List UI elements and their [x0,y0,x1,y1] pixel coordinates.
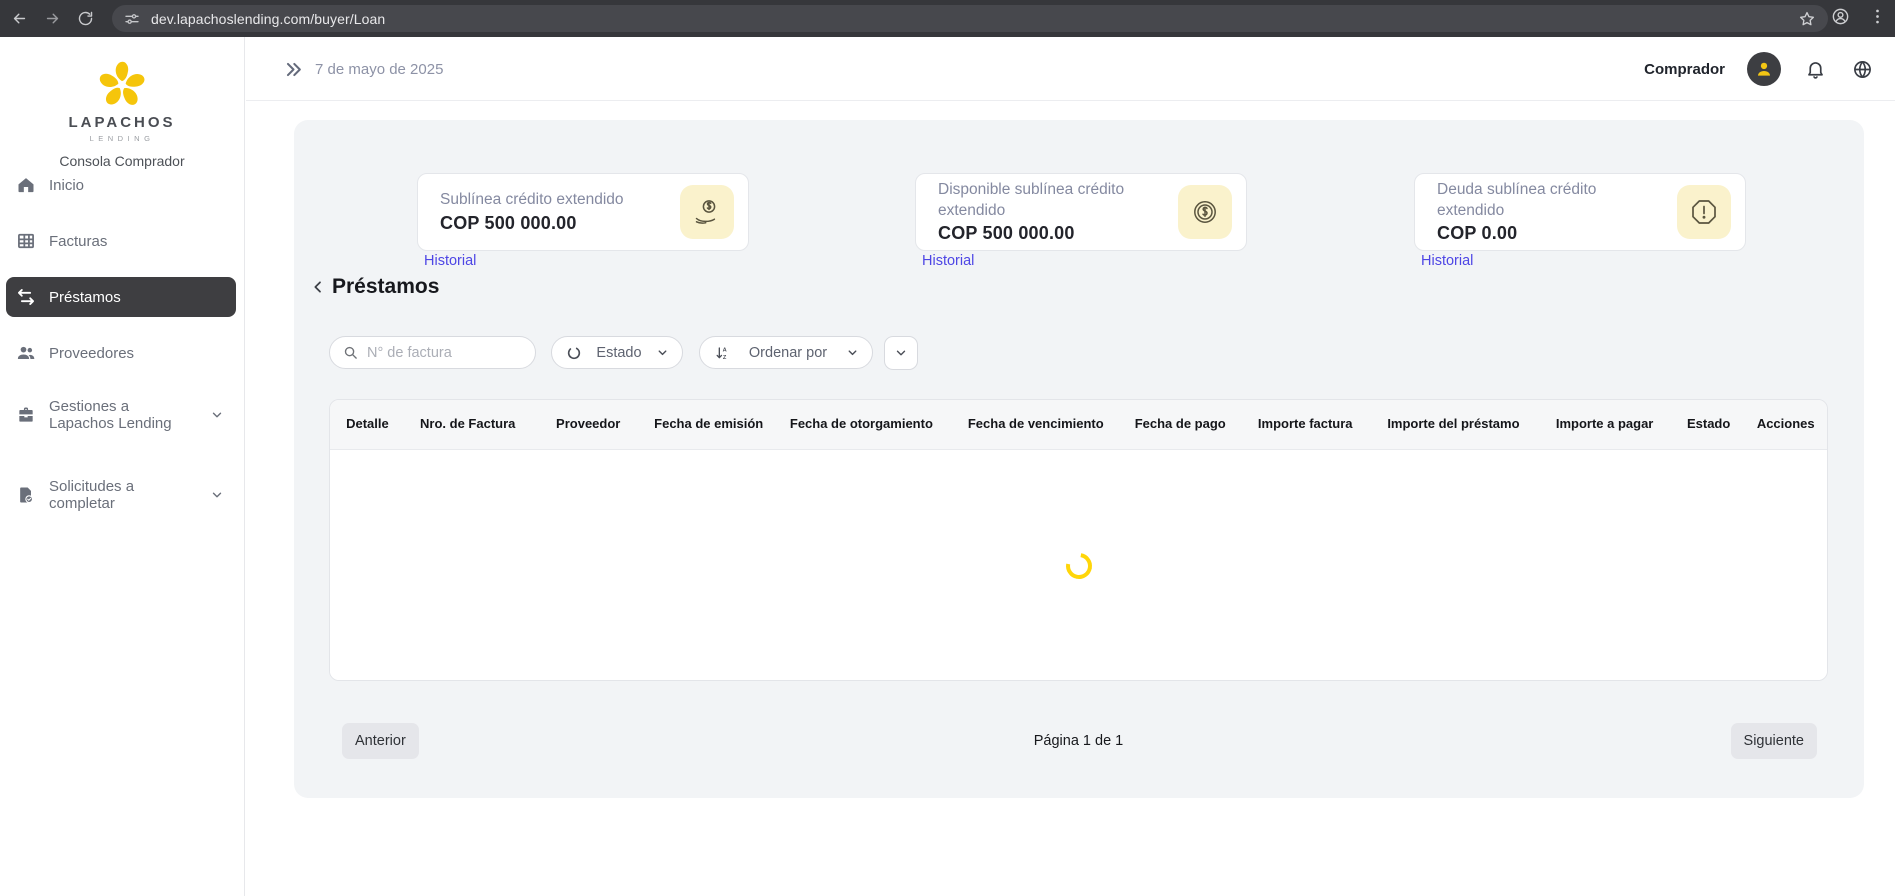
topbar: 7 de mayo de 2025 Comprador [246,37,1895,101]
column-header: Acciones [1745,417,1827,431]
card-title: Disponible sublínea crédito extendido [938,180,1133,220]
logo: LAPACHOS LENDING Consola Comprador [0,37,244,169]
alert-octagon-icon [1677,185,1731,239]
card-value: COP 500 000.00 [938,223,1170,244]
sidebar-item-gestiones[interactable]: Gestiones a Lapachos Lending [6,389,236,441]
status-circle-icon [566,345,582,361]
swap-arrows-icon [16,287,36,307]
search-input[interactable] [367,345,523,361]
back-chevron-icon[interactable] [310,279,326,295]
sidebar: LAPACHOS LENDING Consola Comprador Inici… [0,37,245,896]
url-text[interactable]: dev.lapachoslending.com/buyer/Loan [151,11,1798,27]
historial-link[interactable]: Historial [424,253,476,269]
expand-filters-button[interactable] [884,336,918,370]
sidebar-item-label: Solicitudes a completar [49,478,189,513]
collapse-sidebar-icon[interactable] [284,60,303,79]
chevron-down-icon [210,488,224,502]
card-deuda-sublinea: Deuda sublínea crédito extendido COP 0.0… [1414,173,1746,251]
card-title: Sublínea crédito extendido [440,190,635,210]
column-header: Proveedor [531,417,646,431]
loans-table: Detalle Nro. de Factura Proveedor Fecha … [329,399,1828,681]
sidebar-item-solicitudes[interactable]: Solicitudes a completar [6,469,236,521]
sidebar-nav: Inicio Facturas Préstamos Proveedores Ge… [0,165,244,549]
document-check-icon [16,485,36,505]
main-panel: Sublínea crédito extendido COP 500 000.0… [294,120,1864,798]
address-bar[interactable]: dev.lapachoslending.com/buyer/Loan [112,5,1828,32]
browser-profile-icon[interactable] [1831,7,1850,26]
card-title: Deuda sublínea crédito extendido [1437,180,1632,220]
page-info: Página 1 de 1 [329,723,1828,759]
sidebar-item-label: Facturas [49,233,107,250]
column-header: Importe a pagar [1537,417,1673,431]
sidebar-item-label: Préstamos [49,289,121,306]
briefcase-icon [16,405,36,425]
brand-name: LAPACHOS [68,114,175,131]
ordenar-dropdown[interactable]: AZ Ordenar por [699,336,873,369]
sidebar-item-inicio[interactable]: Inicio [6,165,236,205]
bell-icon[interactable] [1805,59,1826,80]
sidebar-item-label: Inicio [49,177,84,194]
sidebar-item-proveedores[interactable]: Proveedores [6,333,236,373]
page-title: Préstamos [332,275,439,299]
column-header: Importe factura [1240,417,1370,431]
caret-down-icon [656,346,669,359]
card-value: COP 0.00 [1437,223,1669,244]
bookmark-star-icon[interactable] [1798,10,1816,28]
caret-down-icon [846,346,859,359]
user-role-label: Comprador [1644,61,1725,78]
loading-spinner [1060,547,1096,583]
browser-back-button[interactable] [8,7,30,29]
browser-forward-button[interactable] [41,7,63,29]
column-header: Fecha de vencimiento [951,417,1120,431]
people-icon [16,343,36,363]
column-header: Importe del préstamo [1370,417,1536,431]
column-header: Detalle [330,417,405,431]
sidebar-item-label: Gestiones a Lapachos Lending [49,398,189,433]
grid-icon [16,231,36,251]
invoice-search[interactable] [329,336,536,369]
coins-icon [1178,185,1232,239]
column-header: Fecha de otorgamiento [772,417,952,431]
column-header: Nro. de Factura [405,417,531,431]
avatar[interactable] [1747,52,1781,86]
sort-az-icon: AZ [714,345,730,361]
hand-coin-icon [680,185,734,239]
estado-label: Estado [596,345,641,361]
globe-icon[interactable] [1852,59,1873,80]
svg-text:A: A [723,347,727,353]
column-header: Estado [1673,417,1745,431]
card-value: COP 500 000.00 [440,213,672,234]
table-body [330,450,1827,681]
chevron-down-icon [210,408,224,422]
sidebar-item-facturas[interactable]: Facturas [6,221,236,261]
lapachos-flower-icon [91,59,153,109]
search-icon [343,345,358,360]
historial-link[interactable]: Historial [922,253,974,269]
site-settings-icon[interactable] [124,11,140,27]
home-icon [16,175,36,195]
column-header: Fecha de emisión [646,417,772,431]
brand-subtitle: LENDING [90,134,155,143]
person-icon [1754,59,1774,79]
table-header-row: Detalle Nro. de Factura Proveedor Fecha … [330,400,1827,450]
column-header: Fecha de pago [1120,417,1240,431]
browser-chrome: dev.lapachoslending.com/buyer/Loan [0,0,1895,37]
estado-dropdown[interactable]: Estado [551,336,683,369]
browser-menu-icon[interactable] [1868,7,1887,26]
svg-text:Z: Z [723,355,727,361]
card-disponible-sublinea: Disponible sublínea crédito extendido CO… [915,173,1247,251]
ordenar-label: Ordenar por [749,345,827,361]
current-date: 7 de mayo de 2025 [315,61,443,78]
next-page-button[interactable]: Siguiente [1731,723,1817,759]
browser-reload-button[interactable] [74,7,96,29]
pagination: Anterior Página 1 de 1 Siguiente [329,723,1828,759]
sidebar-item-label: Proveedores [49,345,134,362]
historial-link[interactable]: Historial [1421,253,1473,269]
card-sublinea-credito: Sublínea crédito extendido COP 500 000.0… [417,173,749,251]
chevron-down-icon [894,346,908,360]
sidebar-item-prestamos[interactable]: Préstamos [6,277,236,317]
